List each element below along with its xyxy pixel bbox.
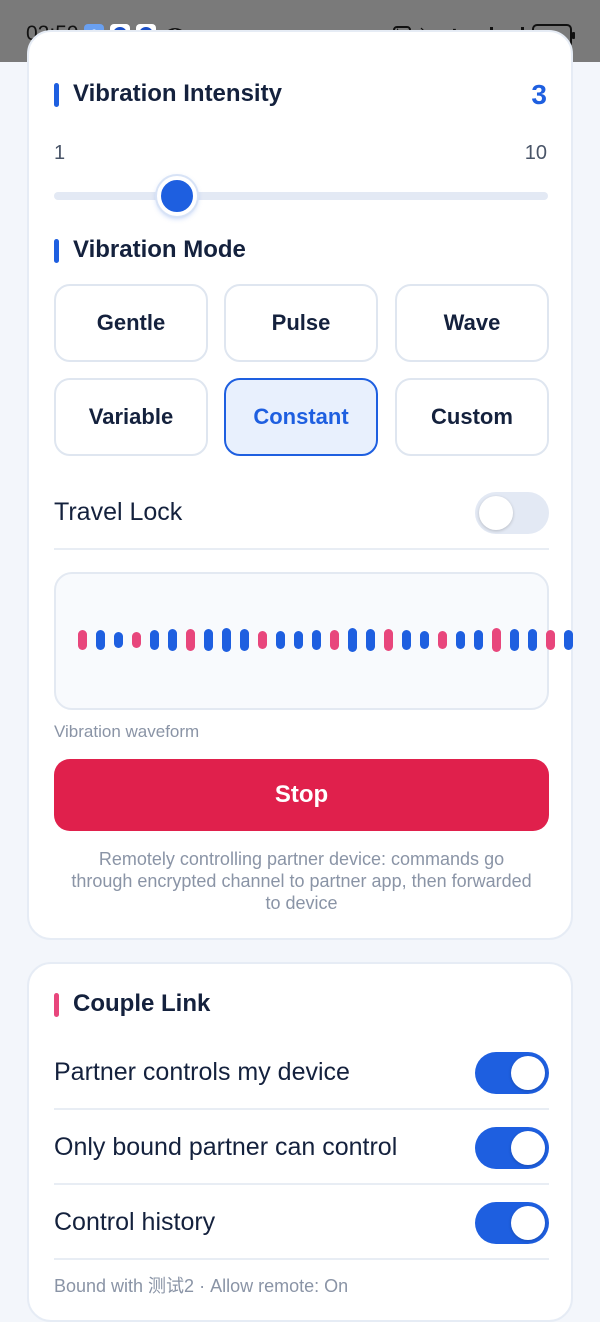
waveform-bar	[492, 628, 501, 652]
bound-only-label: Only bound partner can control	[54, 1133, 398, 1161]
waveform-caption: Vibration waveform	[54, 722, 200, 741]
waveform-bar	[276, 631, 285, 649]
waveform-bar	[528, 629, 537, 651]
waveform-bar	[438, 631, 447, 649]
waveform-panel	[54, 572, 573, 710]
toggle-knob	[479, 496, 513, 530]
intensity-slider-track[interactable]	[54, 192, 548, 200]
section-accent-bar	[54, 83, 59, 107]
mode-constant-button[interactable]: Constant	[224, 378, 378, 456]
waveform-bar	[384, 629, 393, 651]
waveform-bar	[348, 628, 357, 652]
waveform-bar	[510, 629, 519, 651]
waveform-bar	[312, 630, 321, 650]
waveform-bar	[150, 630, 159, 650]
waveform-bar	[294, 631, 303, 649]
slider-max-label: 10	[524, 142, 547, 164]
waveform-bar	[420, 631, 429, 649]
waveform-bar	[330, 630, 339, 650]
waveform-bar	[456, 631, 465, 649]
mode-gentle-button[interactable]: Gentle	[54, 284, 208, 362]
waveform-bar	[132, 632, 141, 648]
travel-lock-row: Travel Lock	[54, 476, 549, 550]
waveform-bar	[222, 628, 231, 652]
control-history-row: Control history	[54, 1186, 549, 1260]
waveform-bar	[474, 630, 483, 650]
control-history-toggle[interactable]	[475, 1202, 549, 1244]
waveform-bar	[258, 631, 267, 649]
travel-lock-label: Travel Lock	[54, 498, 183, 526]
section-accent-bar	[54, 239, 59, 263]
waveform-bar	[240, 629, 249, 651]
section-accent-bar	[54, 993, 59, 1017]
partner-controls-row: Partner controls my device	[54, 1036, 549, 1110]
couple-link-card: Couple Link Partner controls my device O…	[27, 962, 573, 1322]
waveform-bar	[546, 630, 555, 650]
waveform-bar	[366, 629, 375, 651]
waveform-bar	[168, 629, 177, 651]
partner-controls-label: Partner controls my device	[54, 1058, 350, 1086]
waveform-bar	[114, 632, 123, 648]
partner-controls-toggle[interactable]	[475, 1052, 549, 1094]
mode-variable-button[interactable]: Variable	[54, 378, 208, 456]
couple-link-title: Couple Link	[54, 990, 210, 1018]
control-history-label: Control history	[54, 1208, 216, 1236]
stop-button[interactable]: Stop	[54, 759, 549, 831]
intensity-section-title: Vibration Intensity	[54, 80, 282, 108]
bound-partner-info: Bound with 测试2 · Allow remote: On	[54, 1276, 349, 1296]
control-card: Vibration Intensity 3 1 10 Vibration Mod…	[27, 30, 573, 940]
mode-section-title: Vibration Mode	[54, 236, 246, 264]
waveform-bar	[204, 629, 213, 651]
remote-control-note: Remotely controlling partner device: com…	[71, 849, 532, 913]
waveform-bar	[402, 630, 411, 650]
waveform-bar	[78, 630, 87, 650]
mode-pulse-button[interactable]: Pulse	[224, 284, 378, 362]
waveform-bars	[78, 628, 573, 652]
intensity-slider-thumb[interactable]	[157, 176, 197, 216]
mode-wave-button[interactable]: Wave	[395, 284, 549, 362]
waveform-bar	[186, 629, 195, 651]
mode-custom-button[interactable]: Custom	[395, 378, 549, 456]
intensity-value: 3	[531, 79, 547, 110]
slider-min-label: 1	[54, 142, 66, 164]
waveform-bar	[96, 630, 105, 650]
waveform-bar	[564, 630, 573, 650]
toggle-knob	[511, 1131, 545, 1165]
bound-only-toggle[interactable]	[475, 1127, 549, 1169]
bound-only-row: Only bound partner can control	[54, 1111, 549, 1185]
travel-lock-toggle[interactable]	[475, 492, 549, 534]
toggle-knob	[511, 1056, 545, 1090]
toggle-knob	[511, 1206, 545, 1240]
